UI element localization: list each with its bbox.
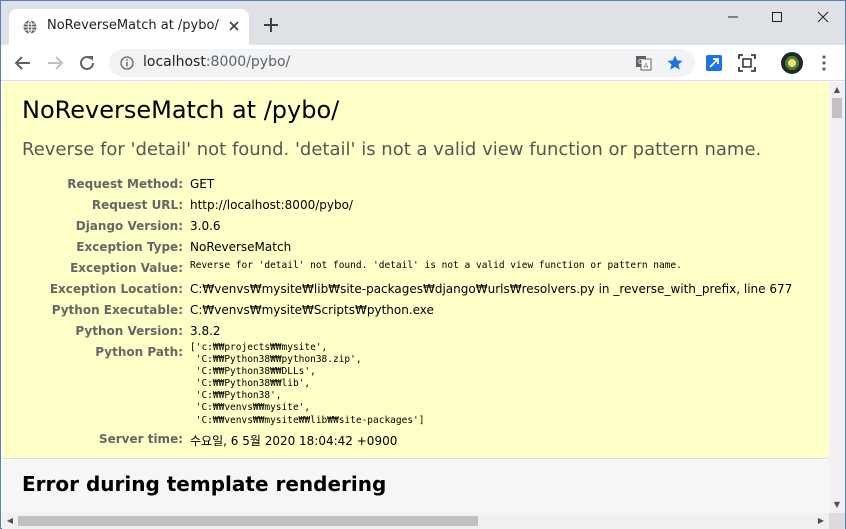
scroll-up-icon[interactable]: ▲ xyxy=(829,82,845,98)
meta-value: C:₩venvs₩mysite₩lib₩site-packages₩django… xyxy=(190,282,793,296)
close-icon[interactable] xyxy=(226,18,242,34)
meta-label: Request Method: xyxy=(67,177,183,191)
star-icon[interactable] xyxy=(666,54,684,72)
browser-tab[interactable]: NoReverseMatch at /pybo/ xyxy=(9,9,249,45)
meta-value: 3.8.2 xyxy=(190,324,221,338)
python-path-list: ['c:₩₩projects₩₩mysite', 'C:₩₩Python38₩₩… xyxy=(190,342,425,426)
url-text[interactable]: localhost:8000/pybo/ xyxy=(143,54,290,70)
reload-icon[interactable] xyxy=(75,51,99,75)
close-window-icon[interactable] xyxy=(809,7,837,27)
meta-value: NoReverseMatch xyxy=(190,240,292,254)
tab-strip: NoReverseMatch at /pybo/ xyxy=(1,1,845,45)
translate-icon[interactable]: G A xyxy=(635,54,653,72)
address-bar[interactable]: localhost:8000/pybo/ G A xyxy=(109,49,695,77)
meta-label: Exception Type: xyxy=(76,240,183,254)
scroll-left-icon[interactable]: ◀ xyxy=(2,513,18,529)
meta-label: Exception Location: xyxy=(49,282,183,296)
meta-value: 3.0.6 xyxy=(190,219,221,233)
scroll-right-icon[interactable]: ▶ xyxy=(813,513,829,529)
vertical-scroll-thumb[interactable] xyxy=(832,98,842,118)
meta-label: Exception Value: xyxy=(70,261,183,275)
meta-label: Server time: xyxy=(98,432,183,446)
template-error-heading: Error during template rendering xyxy=(22,472,387,496)
menu-icon[interactable] xyxy=(819,54,829,72)
page-viewport[interactable]: NoReverseMatch at /pybo/ Reverse for 'de… xyxy=(2,82,829,513)
horizontal-scrollbar[interactable]: ◀ ▶ xyxy=(2,513,829,529)
meta-label: Python Executable: xyxy=(51,303,183,317)
svg-text:A: A xyxy=(644,62,649,70)
meta-value: Reverse for 'detail' not found. 'detail'… xyxy=(190,260,682,271)
info-icon[interactable] xyxy=(120,56,134,70)
plus-icon[interactable] xyxy=(261,15,281,35)
meta-value: GET xyxy=(190,177,215,191)
url-path: :8000/pybo/ xyxy=(205,54,291,70)
scrollbar-corner xyxy=(829,513,845,529)
horizontal-scroll-thumb[interactable] xyxy=(18,516,478,526)
browser-toolbar: localhost:8000/pybo/ G A xyxy=(1,45,845,81)
scroll-down-icon[interactable]: ▼ xyxy=(829,497,845,513)
maximize-icon[interactable] xyxy=(763,7,791,27)
vertical-scrollbar[interactable]: ▲ ▼ xyxy=(829,82,845,513)
error-message: Reverse for 'detail' not found. 'detail'… xyxy=(22,139,762,160)
minimize-icon[interactable] xyxy=(719,7,747,27)
error-summary: NoReverseMatch at /pybo/ Reverse for 'de… xyxy=(2,82,829,459)
meta-value: http://localhost:8000/pybo/ xyxy=(190,198,353,212)
tab-title: NoReverseMatch at /pybo/ xyxy=(47,18,219,33)
template-error-section: Error during template rendering xyxy=(2,460,829,513)
meta-label: Python Path: xyxy=(95,345,183,359)
avatar[interactable] xyxy=(781,52,803,74)
browser-window: NoReverseMatch at /pybo/ localhost:8000/… xyxy=(0,0,846,529)
forward-icon[interactable] xyxy=(43,51,67,75)
meta-label: Python Version: xyxy=(75,324,183,338)
screenshot-icon[interactable] xyxy=(738,54,756,72)
globe-icon xyxy=(23,20,37,34)
meta-value: C:₩venvs₩mysite₩Scripts₩python.exe xyxy=(190,303,434,317)
meta-label: Django Version: xyxy=(75,219,183,233)
url-host: localhost xyxy=(143,54,206,70)
page-title: NoReverseMatch at /pybo/ xyxy=(22,96,340,124)
meta-value: 수요일, 6 5월 2020 18:04:42 +0900 xyxy=(190,434,398,448)
extension-icon[interactable] xyxy=(705,54,723,72)
back-icon[interactable] xyxy=(11,51,35,75)
meta-label: Request URL: xyxy=(91,198,183,212)
